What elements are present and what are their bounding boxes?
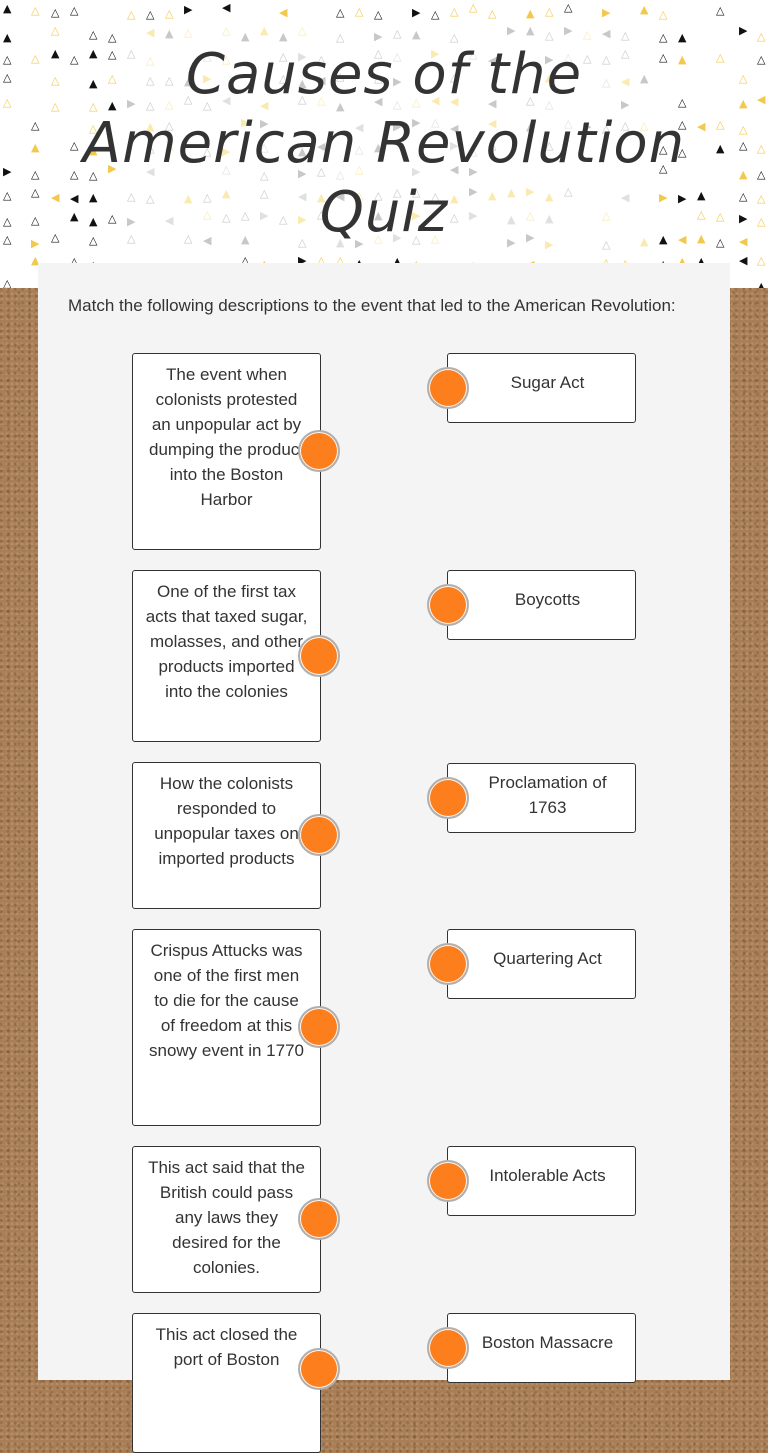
- description-box-5[interactable]: This act said that the British could pas…: [132, 1146, 321, 1293]
- description-text: This act said that the British could pas…: [148, 1158, 305, 1277]
- triangle-icon: △: [583, 28, 592, 41]
- triangle-icon: ▲: [412, 28, 421, 41]
- answer-label: Intolerable Acts: [489, 1166, 606, 1185]
- triangle-icon: △: [450, 5, 459, 18]
- triangle-icon: ▶: [412, 6, 421, 19]
- title-line-1: Causes of the: [185, 42, 583, 107]
- answer-label: Sugar Act: [510, 373, 585, 392]
- triangle-icon: △: [355, 5, 364, 18]
- triangle-icon: ▶: [602, 6, 611, 19]
- answer-label: Proclamation of 1763: [488, 773, 607, 817]
- triangle-icon: ▶: [564, 24, 573, 37]
- answer-2-connector-dot[interactable]: [427, 584, 469, 626]
- answer-box-2[interactable]: Boycotts: [447, 570, 636, 640]
- worksheet-panel: Match the following descriptions to the …: [38, 263, 730, 1453]
- answer-box-4[interactable]: Quartering Act: [447, 929, 636, 999]
- triangle-icon: ▶: [507, 24, 516, 37]
- answer-3-connector-dot[interactable]: [427, 777, 469, 819]
- description-text: Crispus Attucks was one of the first men…: [149, 941, 304, 1060]
- description-text: How the colonists responded to unpopular…: [154, 774, 299, 868]
- triangle-icon: ▲: [3, 2, 12, 15]
- description-box-4[interactable]: Crispus Attucks was one of the first men…: [132, 929, 321, 1126]
- triangle-icon: △: [393, 27, 402, 40]
- triangle-icon: △: [757, 254, 766, 267]
- triangle-icon: ▲: [640, 3, 649, 16]
- description-box-1[interactable]: The event when colonists protested an un…: [132, 353, 321, 550]
- triangle-icon: △: [51, 6, 60, 19]
- answer-1-connector-dot[interactable]: [427, 367, 469, 409]
- header-banner: ▲▲△△△▶△△△△△△△▲△△△▶▲△△▲△△◀△◀△△△△◀▲△△▲▲△△▲…: [0, 0, 768, 288]
- page-title: Causes of the American Revolution Quiz: [0, 40, 768, 247]
- answer-box-6[interactable]: Boston Massacre: [447, 1313, 636, 1383]
- triangle-icon: △: [374, 8, 383, 21]
- triangle-icon: ▲: [165, 27, 174, 40]
- description-text: The event when colonists protested an un…: [149, 365, 304, 509]
- answer-box-1[interactable]: Sugar Act: [447, 353, 636, 423]
- triangle-icon: △: [298, 24, 307, 37]
- triangle-icon: △: [70, 4, 79, 17]
- triangle-icon: ◀: [146, 26, 155, 39]
- answer-label: Boston Massacre: [481, 1333, 614, 1352]
- triangle-icon: △: [165, 7, 174, 20]
- triangle-icon: △: [564, 1, 573, 14]
- description-3-connector-dot[interactable]: [298, 814, 340, 856]
- triangle-icon: △: [184, 26, 193, 39]
- triangle-icon: △: [431, 8, 440, 21]
- title-line-3: Quiz: [319, 180, 449, 245]
- triangle-icon: ▲: [757, 280, 766, 288]
- answer-box-5[interactable]: Intolerable Acts: [447, 1146, 636, 1216]
- description-box-3[interactable]: How the colonists responded to unpopular…: [132, 762, 321, 909]
- answer-6-connector-dot[interactable]: [427, 1327, 469, 1369]
- triangle-icon: ◀: [279, 6, 288, 19]
- description-text: One of the first tax acts that taxed sug…: [145, 582, 308, 701]
- triangle-icon: △: [146, 8, 155, 21]
- triangle-icon: △: [222, 24, 231, 37]
- triangle-icon: ◀: [739, 254, 748, 267]
- triangle-icon: △: [127, 8, 136, 21]
- description-box-6[interactable]: This act closed the port of Boston: [132, 1313, 321, 1453]
- answer-label: Boycotts: [514, 590, 581, 609]
- description-4-connector-dot[interactable]: [298, 1006, 340, 1048]
- answer-4-connector-dot[interactable]: [427, 943, 469, 985]
- triangle-icon: △: [3, 277, 12, 288]
- triangle-icon: ◀: [602, 27, 611, 40]
- triangle-icon: △: [716, 4, 725, 17]
- triangle-icon: ▲: [526, 7, 535, 20]
- triangle-icon: △: [89, 28, 98, 41]
- answer-box-3[interactable]: Proclamation of 1763: [447, 763, 636, 833]
- triangle-icon: ▲: [526, 24, 535, 37]
- title-line-2: American Revolution: [82, 111, 686, 176]
- triangle-icon: △: [51, 24, 60, 37]
- description-6-connector-dot[interactable]: [298, 1348, 340, 1390]
- triangle-icon: △: [545, 5, 554, 18]
- description-text: This act closed the port of Boston: [155, 1325, 298, 1369]
- triangle-icon: △: [659, 8, 668, 21]
- answer-label: Quartering Act: [493, 949, 602, 968]
- answer-5-connector-dot[interactable]: [427, 1160, 469, 1202]
- triangle-icon: △: [31, 4, 40, 17]
- triangle-icon: △: [469, 1, 478, 14]
- description-5-connector-dot[interactable]: [298, 1198, 340, 1240]
- triangle-icon: △: [336, 6, 345, 19]
- triangle-icon: ▲: [260, 24, 269, 37]
- triangle-icon: ▶: [184, 3, 193, 16]
- instructions-text: Match the following descriptions to the …: [68, 296, 676, 315]
- triangle-icon: △: [488, 7, 497, 20]
- description-box-2[interactable]: One of the first tax acts that taxed sug…: [132, 570, 321, 742]
- description-1-connector-dot[interactable]: [298, 430, 340, 472]
- description-2-connector-dot[interactable]: [298, 635, 340, 677]
- triangle-icon: ▶: [739, 24, 748, 37]
- triangle-icon: ◀: [222, 1, 231, 14]
